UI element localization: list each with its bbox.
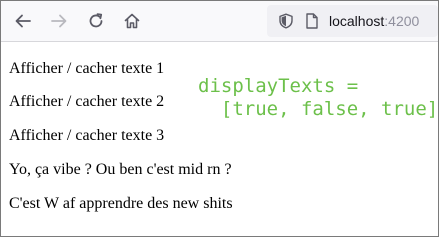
page-content: Afficher / cacher texte 1 Afficher / cac… (1, 42, 438, 236)
browser-window: localhost:4200 Afficher / cacher texte 1… (0, 0, 439, 237)
back-button[interactable] (11, 9, 35, 33)
reload-button[interactable] (84, 9, 108, 33)
revealed-text-2: C'est W af apprendre des new shits (9, 195, 233, 212)
browser-toolbar: localhost:4200 (1, 1, 438, 42)
reload-icon (87, 12, 105, 30)
url-bar[interactable]: localhost:4200 (267, 5, 438, 37)
toggle-text-3[interactable]: Afficher / cacher texte 3 (9, 127, 164, 145)
arrow-left-icon (14, 12, 32, 30)
url-port: :4200 (384, 13, 420, 29)
url-host: localhost (329, 13, 385, 29)
page-icon[interactable] (305, 13, 319, 29)
revealed-text-1: Yo, ça vibe ? Ou ben c'est mid rn ? (9, 161, 232, 178)
shield-icon[interactable] (278, 13, 294, 29)
annotation-line-2: [true, false, true] (198, 98, 439, 120)
toggle-text-1[interactable]: Afficher / cacher texte 1 (9, 60, 164, 78)
display-texts-annotation: displayTexts = [true, false, true] (198, 75, 438, 121)
arrow-right-icon (50, 12, 68, 30)
home-icon (123, 12, 141, 30)
toggle-text-2[interactable]: Afficher / cacher texte 2 (9, 93, 164, 111)
annotation-line-1: displayTexts = (198, 75, 359, 97)
url-text[interactable]: localhost:4200 (329, 12, 419, 30)
home-button[interactable] (120, 9, 144, 33)
forward-button[interactable] (47, 9, 71, 33)
